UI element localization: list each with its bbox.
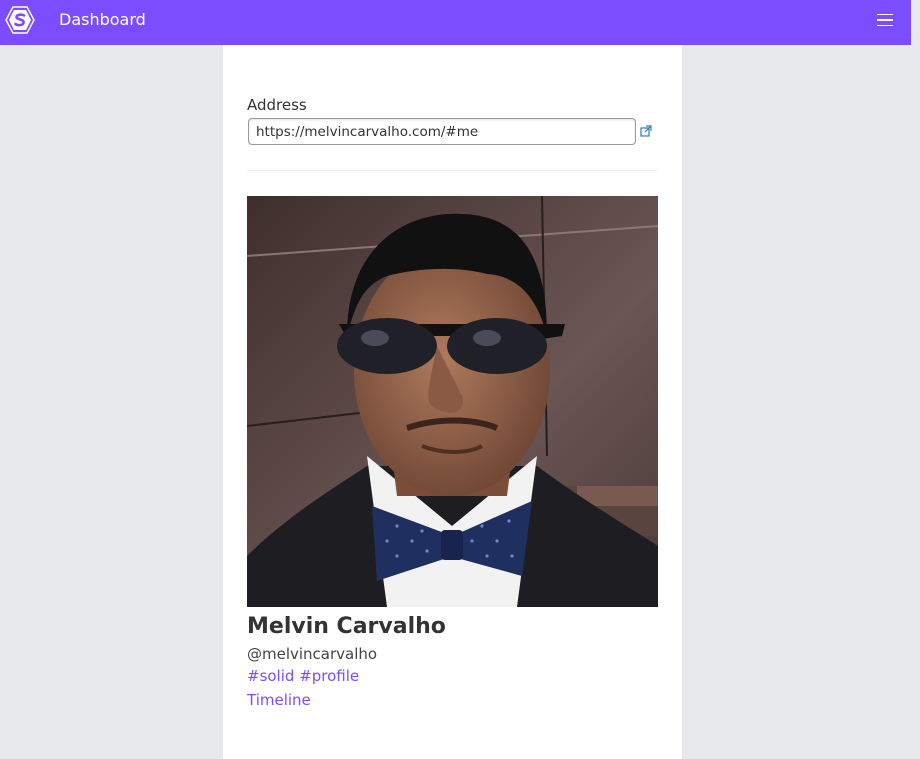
profile-handle: @melvincarvalho xyxy=(247,645,378,663)
timeline-link[interactable]: Timeline xyxy=(247,691,311,709)
external-link-icon[interactable] xyxy=(640,125,652,137)
address-label: Address xyxy=(247,96,307,114)
scrollbar-gutter xyxy=(911,0,920,759)
tag-solid-link[interactable]: #solid xyxy=(247,667,294,685)
profile-name: Melvin Carvalho xyxy=(247,614,446,639)
menu-line xyxy=(877,19,893,21)
solid-logo-icon[interactable] xyxy=(5,6,35,34)
address-input[interactable] xyxy=(248,118,636,145)
divider xyxy=(247,170,658,171)
profile-photo xyxy=(247,196,658,607)
hamburger-menu-icon[interactable] xyxy=(874,10,896,30)
tag-profile-link[interactable]: #profile xyxy=(299,667,359,685)
top-navbar: Dashboard xyxy=(0,0,911,45)
app-title[interactable]: Dashboard xyxy=(59,10,146,30)
menu-line xyxy=(877,24,893,27)
profile-panel: Address https://melvincarvalho.com/#me M… xyxy=(223,45,682,759)
menu-line xyxy=(877,13,893,16)
profile-tags: #solid #profile xyxy=(247,667,359,685)
